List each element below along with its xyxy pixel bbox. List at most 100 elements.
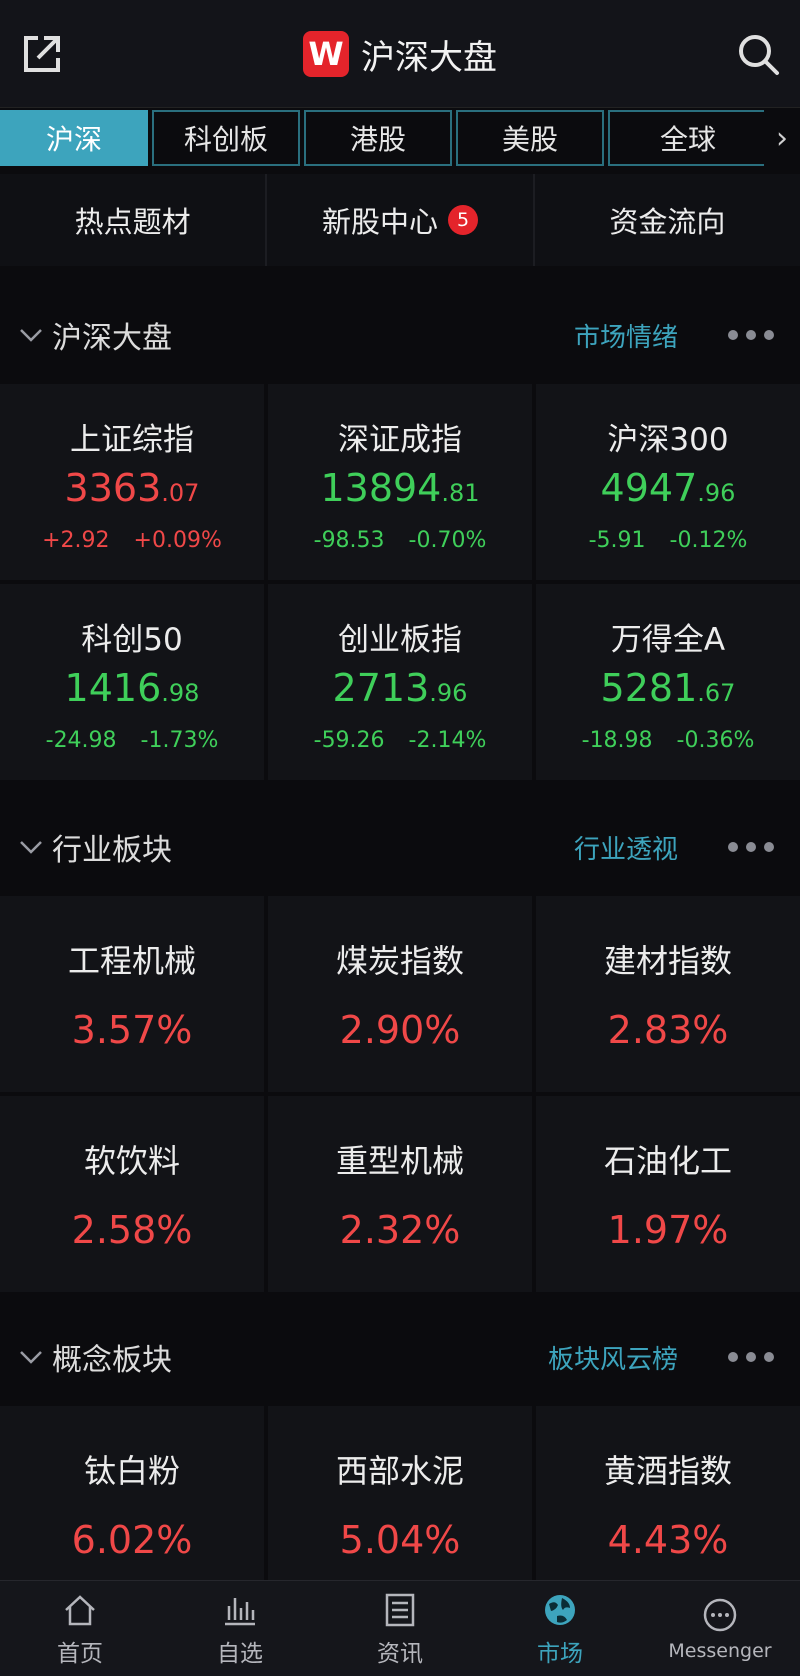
tab-us[interactable]: 美股	[456, 110, 604, 166]
sector-change: 2.83%	[607, 1008, 729, 1052]
index-value: 13894.81	[320, 466, 480, 510]
sector-change: 2.90%	[339, 1008, 461, 1052]
chevron-right-icon[interactable]: ›	[764, 110, 800, 166]
section-title: 概念板块	[52, 1343, 172, 1378]
bottom-nav: 首页 自选 资讯 市场 Messenger	[0, 1580, 800, 1676]
news-icon	[385, 1593, 415, 1626]
ipo-center-label: 新股中心	[321, 205, 438, 239]
sector-change: 3.57%	[71, 1008, 193, 1052]
nav-home[interactable]: 首页	[0, 1581, 160, 1676]
nav-watchlist[interactable]: 自选	[160, 1581, 320, 1676]
index-value: 4947.96	[600, 466, 736, 510]
index-change: -5.91 -0.12%	[588, 528, 748, 553]
sector-change: 6.02%	[71, 1518, 193, 1562]
sector-name: 黄酒指数	[603, 1452, 732, 1490]
tab-kechuang[interactable]: 科创板	[152, 110, 300, 166]
index-card[interactable]: 科创50 1416.98 -24.98 -1.73%	[0, 584, 264, 780]
ipo-count-badge: 5	[448, 205, 478, 235]
sector-card[interactable]: 西部水泥 5.04%	[268, 1406, 532, 1602]
sector-card[interactable]: 建材指数 2.83%	[536, 896, 800, 1092]
nav-news[interactable]: 资讯	[320, 1581, 480, 1676]
sector-name: 石油化工	[603, 1142, 732, 1180]
sector-card[interactable]: 钛白粉 6.02%	[0, 1406, 264, 1602]
globe-icon	[545, 1594, 575, 1625]
chart-icon	[225, 1597, 255, 1625]
nav-label: Messenger	[668, 1639, 772, 1662]
index-change: +2.92 +0.09%	[42, 528, 222, 553]
market-tabs: 沪深 科创板 港股 美股 全球	[0, 110, 800, 168]
page-title-text: 沪深大盘	[361, 37, 497, 78]
sector-card[interactable]: 黄酒指数 4.43%	[536, 1406, 800, 1602]
wind-logo-icon: W	[303, 31, 349, 77]
sector-name: 钛白粉	[83, 1452, 180, 1490]
index-grid: 上证综指 3363.07 +2.92 +0.09% 深证成指 13894.81 -…	[0, 384, 800, 780]
home-icon	[65, 1594, 95, 1625]
index-change: -59.26 -2.14%	[313, 728, 487, 753]
sector-name: 工程机械	[67, 942, 196, 980]
index-value: 5281.67	[600, 666, 736, 710]
sector-name: 西部水泥	[335, 1452, 464, 1490]
search-icon[interactable]	[734, 30, 782, 78]
more-icon[interactable]	[728, 1352, 774, 1362]
market-sentiment-link[interactable]: 市场情绪	[574, 317, 678, 354]
index-name: 创业板指	[338, 622, 462, 658]
sector-card[interactable]: 重型机械 2.32%	[268, 1096, 532, 1292]
index-value: 2713.96	[332, 666, 468, 710]
index-card[interactable]: 上证综指 3363.07 +2.92 +0.09%	[0, 384, 264, 580]
tab-hushen[interactable]: 沪深	[0, 110, 148, 166]
hot-topics-button[interactable]: 热点题材	[0, 174, 268, 266]
nav-label: 自选	[217, 1640, 263, 1667]
sector-change: 2.58%	[71, 1208, 193, 1252]
section-title: 行业板块	[52, 833, 172, 868]
section-title: 沪深大盘	[52, 321, 172, 356]
ipo-center-button[interactable]: 新股中心 5	[267, 174, 535, 266]
sector-change: 5.04%	[339, 1518, 461, 1562]
sector-change: 1.97%	[607, 1208, 729, 1252]
chevron-down-icon	[20, 329, 42, 342]
sector-card[interactable]: 煤炭指数 2.90%	[268, 896, 532, 1092]
sector-change: 2.32%	[339, 1208, 461, 1252]
sector-card[interactable]: 石油化工 1.97%	[536, 1096, 800, 1292]
index-name: 上证综指	[70, 422, 194, 458]
sector-name: 重型机械	[335, 1142, 464, 1180]
page-title: W 沪深大盘	[0, 0, 800, 108]
hot-topics-label: 热点题材	[74, 205, 191, 239]
index-change: -24.98 -1.73%	[45, 728, 219, 753]
more-icon[interactable]	[728, 842, 774, 852]
tab-hk[interactable]: 港股	[304, 110, 452, 166]
concept-section-header[interactable]: 概念板块 板块风云榜	[0, 1312, 800, 1402]
index-change: -18.98 -0.36%	[581, 728, 755, 753]
sector-card[interactable]: 工程机械 3.57%	[0, 896, 264, 1092]
chevron-down-icon	[20, 1351, 42, 1364]
industry-section-header[interactable]: 行业板块 行业透视	[0, 802, 800, 892]
market-section-header[interactable]: 沪深大盘 市场情绪	[0, 290, 800, 380]
quick-links: 热点题材 新股中心 5 资金流向	[0, 174, 800, 266]
index-name: 深证成指	[338, 422, 462, 458]
index-card[interactable]: 万得全A 5281.67 -18.98 -0.36%	[536, 584, 800, 780]
industry-insight-link[interactable]: 行业透视	[574, 829, 678, 866]
nav-messenger[interactable]: Messenger	[640, 1581, 800, 1676]
nav-label: 首页	[57, 1640, 103, 1667]
sector-ranking-link[interactable]: 板块风云榜	[548, 1339, 678, 1376]
more-icon[interactable]	[728, 330, 774, 340]
index-name: 沪深300	[607, 422, 729, 458]
fund-flow-label: 资金流向	[609, 205, 726, 239]
app-header: W 沪深大盘	[0, 0, 800, 108]
nav-market[interactable]: 市场	[480, 1581, 640, 1676]
sector-name: 煤炭指数	[335, 942, 464, 980]
index-card[interactable]: 深证成指 13894.81 -98.53 -0.70%	[268, 384, 532, 580]
index-value: 3363.07	[64, 466, 200, 510]
index-card[interactable]: 创业板指 2713.96 -59.26 -2.14%	[268, 584, 532, 780]
concept-grid: 钛白粉 6.02% 西部水泥 5.04% 黄酒指数 4.43%	[0, 1406, 800, 1602]
nav-label: 资讯	[377, 1640, 423, 1667]
sector-card[interactable]: 软饮料 2.58%	[0, 1096, 264, 1292]
tab-global[interactable]: 全球	[608, 110, 768, 166]
fund-flow-button[interactable]: 资金流向	[535, 174, 800, 266]
sector-name: 软饮料	[83, 1142, 180, 1180]
sector-name: 建材指数	[603, 942, 732, 980]
chevron-down-icon	[20, 841, 42, 854]
index-value: 1416.98	[64, 666, 200, 710]
index-name: 万得全A	[610, 622, 726, 658]
industry-grid: 工程机械 3.57% 煤炭指数 2.90% 建材指数 2.83% 软饮料 2.5…	[0, 896, 800, 1292]
index-card[interactable]: 沪深300 4947.96 -5.91 -0.12%	[536, 384, 800, 580]
